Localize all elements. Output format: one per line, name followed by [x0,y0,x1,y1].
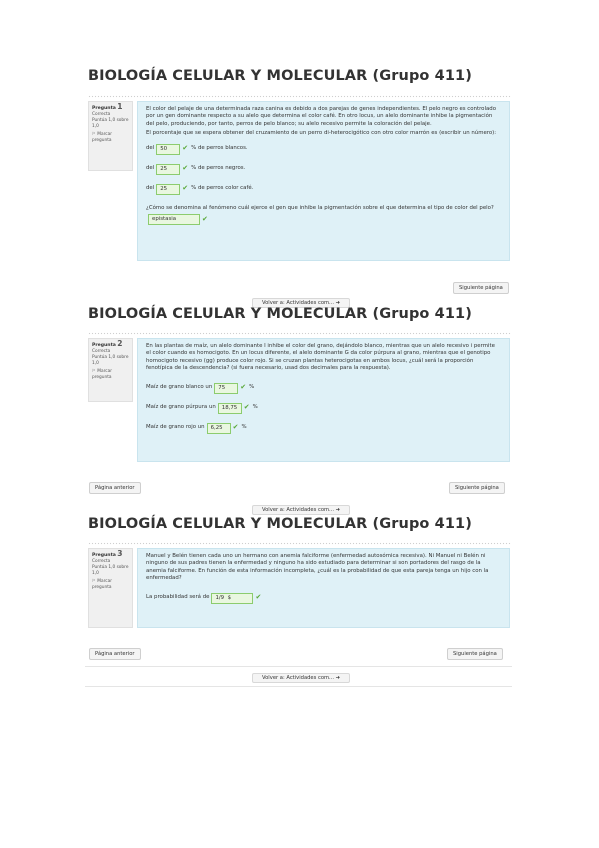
flag-question-button[interactable]: ⚐ Marcar pregunta [92,369,129,381]
check-icon: ✔ [240,383,247,392]
check-icon: ✔ [232,423,239,432]
flag-question-button[interactable]: ⚐ Marcar pregunta [92,132,129,144]
question-number-label: Pregunta 3 [92,549,123,558]
title-divider [88,542,511,545]
answer-row: del 50 ✔ % de perros blancos. [146,143,501,155]
flag-icon: ⚐ [92,369,96,374]
flag-icon: ⚐ [92,579,96,584]
answer-row: Maíz de grano púrpura un 18,75 ✔ % [146,402,501,414]
answer-input[interactable]: 75 [214,382,239,394]
check-icon: ✔ [202,214,208,223]
question-content-1: El color del pelaje de una determinada r… [137,101,510,261]
next-page-button[interactable]: Siguiente página [453,282,509,294]
back-to-activities-link[interactable]: Volver a: Actividades com... ➜ [252,673,350,683]
check-icon: ✔ [182,184,189,193]
answer-row: epistasia ✔ [146,214,501,226]
page-title: BIOLOGÍA CELULAR Y MOLECULAR (Grupo 411) [88,306,472,322]
page-title: BIOLOGÍA CELULAR Y MOLECULAR (Grupo 411) [88,68,472,84]
answer-input[interactable]: 25 [156,183,181,195]
question-info-1: Pregunta 1 Correcta Puntúa 1,0 sobre 1,0… [88,101,133,171]
previous-page-button[interactable]: Página anterior [89,648,141,660]
question-prompt: El porcentaje que se espera obtener del … [146,130,497,137]
question-text: En las plantas de maíz, un alelo dominan… [146,343,495,372]
footer-divider [85,686,512,687]
next-page-button[interactable]: Siguiente página [449,482,505,494]
title-divider [88,95,511,98]
question-text: El color del pelaje de una determinada r… [146,106,496,127]
flag-question-button[interactable]: ⚐ Marcar pregunta [92,579,129,591]
previous-page-button[interactable]: Página anterior [89,482,141,494]
question-grade: Puntúa 1,0 sobre 1,0 [92,565,129,576]
question-text: Manuel y Belén tienen cada uno un herman… [146,553,489,582]
check-icon: ✔ [243,403,250,412]
flag-icon: ⚐ [92,132,96,137]
answer-row: Maíz de grano blanco un 75 ✔ % [146,382,501,394]
question-prompt: ¿Cómo se denomina al fenómeno cuál ejerc… [146,204,494,211]
back-to-activities-link[interactable]: Volver a: Actividades com... ➜ [252,505,350,515]
page-title: BIOLOGÍA CELULAR Y MOLECULAR (Grupo 411) [88,516,472,532]
title-divider [88,332,511,335]
question-number-label: Pregunta 1 [92,102,123,111]
check-icon: ✔ [255,593,262,602]
answer-row: del 25 ✔ % de perros color café. [146,183,501,195]
question-info-3: Pregunta 3 Correcta Puntúa 1,0 sobre 1,0… [88,548,133,628]
next-page-button[interactable]: Siguiente página [447,648,503,660]
question-content-3: Manuel y Belén tienen cada uno un herman… [137,548,510,628]
answer-input[interactable]: epistasia [148,214,200,226]
check-icon: ✔ [182,144,189,153]
answer-input[interactable]: 18,75 [217,402,242,414]
question-number-label: Pregunta 2 [92,339,123,348]
question-info-2: Pregunta 2 Correcta Puntúa 1,0 sobre 1,0… [88,338,133,402]
check-icon: ✔ [182,164,189,173]
question-grade: Puntúa 1,0 sobre 1,0 [92,118,129,129]
answer-input[interactable]: 6,25 [206,422,231,434]
answer-input[interactable]: 50 [156,143,181,155]
answer-input[interactable]: 1/9 $ [211,592,254,604]
answer-input[interactable]: 25 [156,163,181,175]
question-content-2: En las plantas de maíz, un alelo dominan… [137,338,510,462]
answer-row: La probabilidad será de 1/9 $ ✔ [146,592,501,604]
footer-divider [85,666,512,667]
answer-row: Maíz de grano rojo un 6,25 ✔ % [146,422,501,434]
answer-row: del 25 ✔ % de perros negros. [146,163,501,175]
question-grade: Puntúa 1,0 sobre 1,0 [92,355,129,366]
